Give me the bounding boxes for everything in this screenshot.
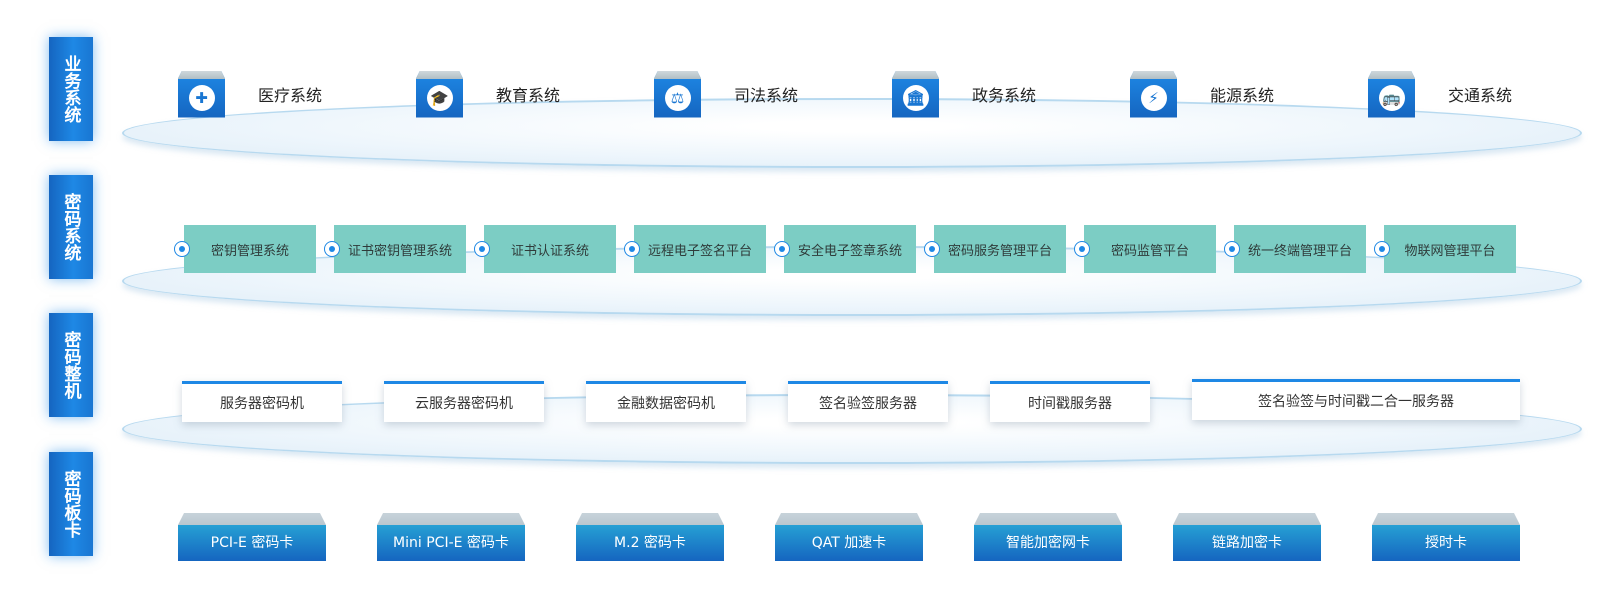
crypto-machine-label: 签名验签服务器 (819, 396, 917, 412)
crypto-machine-financial-data[interactable]: 金融数据密码机 (586, 381, 746, 422)
layer-label-business: 业务系统 (49, 37, 93, 141)
crypto-machine-server[interactable]: 服务器密码机 (182, 381, 342, 422)
bullet-dot-icon (924, 241, 940, 257)
business-item-medical[interactable]: ✚ 医疗系统 (178, 70, 322, 118)
layer-label-crypto-machine-text: 密码整机 (60, 331, 81, 399)
crypto-machine-sign-timestamp-combo[interactable]: 签名验签与时间戳二合一服务器 (1192, 379, 1520, 420)
business-item-education[interactable]: 🎓 教育系统 (416, 70, 560, 118)
crypto-system-label: 物联网管理平台 (1404, 243, 1496, 259)
business-label: 教育系统 (496, 86, 561, 105)
bus-icon: 🚌 (1368, 70, 1415, 118)
medical-kit-icon: ✚ (178, 70, 225, 118)
crypto-system-terminal-management[interactable]: 统一终端管理平台 (1224, 225, 1366, 273)
crypto-machine-label: 服务器密码机 (220, 396, 304, 412)
crypto-card-label: PCI-E 密码卡 (210, 535, 294, 551)
crypto-machine-label: 云服务器密码机 (415, 396, 513, 412)
bullet-dot-icon (1374, 241, 1390, 257)
crypto-card-label: 授时卡 (1425, 535, 1467, 551)
crypto-card-link-encryption[interactable]: 链路加密卡 (1173, 513, 1321, 561)
crypto-card-label: Mini PCI-E 密码卡 (393, 535, 509, 551)
crypto-system-label: 证书密钥管理系统 (347, 243, 452, 259)
crypto-card-label: M.2 密码卡 (614, 535, 686, 551)
crypto-machine-timestamp[interactable]: 时间戳服务器 (990, 381, 1150, 422)
crypto-machine-label: 签名验签与时间戳二合一服务器 (1258, 394, 1454, 410)
bullet-dot-icon (1224, 241, 1240, 257)
crypto-card-label: 链路加密卡 (1212, 535, 1282, 551)
crypto-machine-sign-verify[interactable]: 签名验签服务器 (788, 381, 948, 422)
layer-label-crypto-system-text: 密码系统 (60, 193, 81, 261)
bullet-dot-icon (324, 241, 340, 257)
scales-icon: ⚖ (654, 70, 701, 118)
crypto-machine-label: 金融数据密码机 (617, 396, 715, 412)
layer-label-business-text: 业务系统 (60, 55, 81, 123)
crypto-system-remote-signature[interactable]: 远程电子签名平台 (624, 225, 766, 273)
energy-drop-icon: ⚡ (1130, 70, 1177, 118)
business-item-energy[interactable]: ⚡ 能源系统 (1130, 70, 1274, 118)
government-building-icon: 🏛 (892, 70, 939, 118)
crypto-card-mini-pcie[interactable]: Mini PCI-E 密码卡 (377, 513, 525, 561)
business-label: 司法系统 (734, 86, 799, 105)
crypto-system-service-management[interactable]: 密码服务管理平台 (924, 225, 1066, 273)
layer-label-crypto-machine: 密码整机 (49, 313, 93, 417)
crypto-system-cert-authority[interactable]: 证书认证系统 (474, 225, 616, 273)
crypto-system-label: 安全电子签章系统 (797, 243, 902, 259)
bullet-dot-icon (774, 241, 790, 257)
bullet-dot-icon (1074, 241, 1090, 257)
crypto-system-iot-management[interactable]: 物联网管理平台 (1374, 225, 1516, 273)
crypto-card-smart-nic[interactable]: 智能加密网卡 (974, 513, 1122, 561)
crypto-system-e-seal[interactable]: 安全电子签章系统 (774, 225, 916, 273)
graduation-cap-icon: 🎓 (416, 70, 463, 118)
layer-label-crypto-card-text: 密码板卡 (60, 470, 81, 538)
business-item-transport[interactable]: 🚌 交通系统 (1368, 70, 1512, 118)
layer-label-crypto-card: 密码板卡 (49, 452, 93, 556)
layer-label-crypto-system: 密码系统 (49, 175, 93, 279)
crypto-system-label: 密码服务管理平台 (947, 243, 1052, 259)
crypto-card-m2[interactable]: M.2 密码卡 (576, 513, 724, 561)
platform-ellipse-business (122, 98, 1582, 168)
business-item-judicial[interactable]: ⚖ 司法系统 (654, 70, 798, 118)
business-label: 交通系统 (1448, 86, 1513, 105)
crypto-machine-cloud-server[interactable]: 云服务器密码机 (384, 381, 544, 422)
business-item-government[interactable]: 🏛 政务系统 (892, 70, 1036, 118)
crypto-card-label: QAT 加速卡 (811, 535, 887, 551)
crypto-machine-label: 时间戳服务器 (1028, 396, 1112, 412)
business-label: 能源系统 (1210, 86, 1275, 105)
crypto-system-cert-key-management[interactable]: 证书密钥管理系统 (324, 225, 466, 273)
bullet-dot-icon (474, 241, 490, 257)
crypto-card-timing[interactable]: 授时卡 (1372, 513, 1520, 561)
crypto-system-supervision[interactable]: 密码监管平台 (1074, 225, 1216, 273)
bullet-dot-icon (174, 241, 190, 257)
crypto-system-label: 统一终端管理平台 (1247, 243, 1352, 259)
crypto-card-pcie[interactable]: PCI-E 密码卡 (178, 513, 326, 561)
crypto-card-label: 智能加密网卡 (1006, 535, 1090, 551)
business-label: 医疗系统 (258, 86, 323, 105)
crypto-system-label: 密钥管理系统 (210, 243, 289, 259)
bullet-dot-icon (624, 241, 640, 257)
crypto-card-qat[interactable]: QAT 加速卡 (775, 513, 923, 561)
business-label: 政务系统 (972, 86, 1037, 105)
crypto-system-label: 证书认证系统 (510, 243, 589, 259)
crypto-system-key-management[interactable]: 密钥管理系统 (174, 225, 316, 273)
crypto-system-label: 远程电子签名平台 (647, 243, 752, 259)
crypto-system-label: 密码监管平台 (1110, 243, 1189, 259)
